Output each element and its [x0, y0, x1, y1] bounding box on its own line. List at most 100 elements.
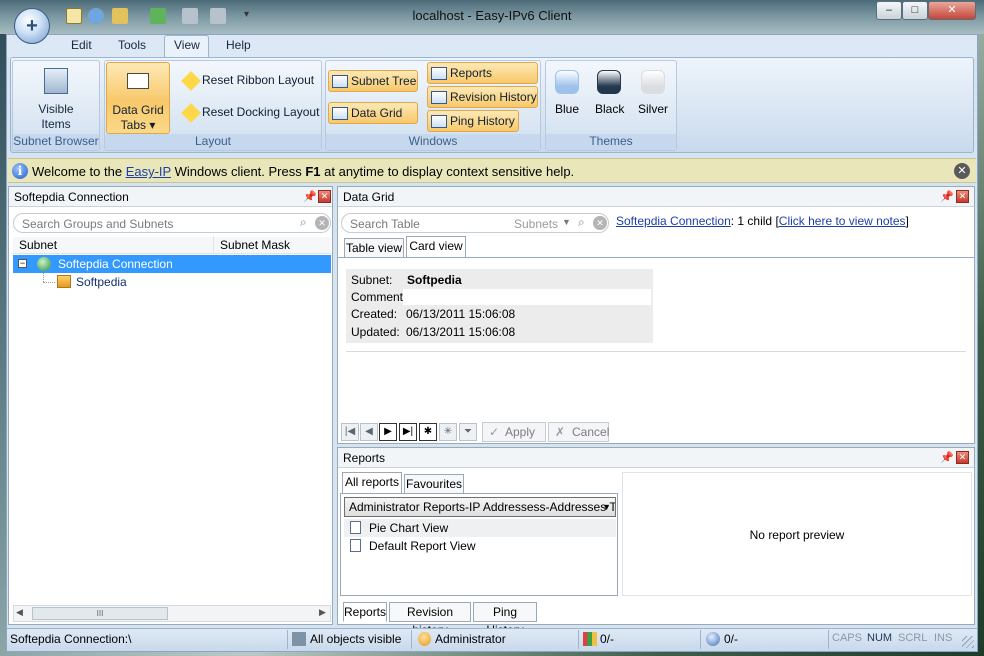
theme-black-swatch[interactable] [597, 70, 621, 94]
filter-icon[interactable]: ⏷ [459, 423, 477, 441]
resize-grip-icon[interactable] [962, 636, 974, 648]
menu-help[interactable]: Help [226, 38, 251, 52]
panel-close-icon[interactable]: ✕ [956, 451, 969, 464]
tab-table-view[interactable]: Table view [344, 238, 404, 258]
comment-label: Comment: [351, 290, 407, 304]
tab-all-reports[interactable]: All reports [342, 472, 402, 494]
search-icon: ⌕ [578, 215, 585, 229]
info-text-part: Windows client. Press [170, 164, 306, 179]
info-text-part: Welcome to the [32, 164, 126, 179]
status-separator [578, 630, 579, 649]
button-label: Items [41, 117, 71, 131]
label-line: Data Grid [112, 103, 164, 117]
menu-tools[interactable]: Tools [118, 38, 146, 52]
menu-bar [7, 35, 977, 57]
tree-row-selected[interactable]: − Softepdia Connection [13, 255, 331, 273]
column-subnet-mask[interactable]: Subnet Mask [220, 238, 290, 252]
group-label: Layout [105, 134, 321, 150]
tree-root-label: Softepdia Connection [58, 257, 173, 271]
subnet-tree-button[interactable]: Subnet Tree [328, 70, 418, 92]
tab-reports[interactable]: Reports [343, 602, 387, 622]
report-item-label: Default Report View [369, 539, 476, 553]
data-grid-panel: Data Grid 📌 ✕ Search Table Subnets ▼ ⌕ ✕… [337, 186, 975, 444]
connection-link[interactable]: Softepdia Connection [616, 214, 731, 228]
reset-docking-layout-button[interactable]: Reset Docking Layout [202, 105, 319, 119]
chevron-down-icon: ▼ [602, 502, 611, 512]
theme-silver-label[interactable]: Silver [638, 102, 668, 116]
tree-row[interactable]: Softpedia [13, 273, 331, 291]
scroll-right-icon[interactable]: ▶ [319, 607, 326, 618]
chevron-down-icon[interactable]: ▼ [562, 217, 571, 227]
report-type-dropdown[interactable]: Administrator Reports-IP Addressess-Addr… [344, 497, 616, 517]
reset-ribbon-layout-button[interactable]: Reset Ribbon Layout [202, 73, 314, 87]
status-separator [411, 630, 412, 649]
reports-list-pane: Administrator Reports-IP Addressess-Addr… [340, 493, 618, 596]
easy-ip-link[interactable]: Easy-IP [126, 164, 171, 179]
window-icon [332, 107, 348, 120]
cancel-button[interactable]: ✗ Cancel [548, 422, 609, 442]
new-record-icon[interactable]: ✱ [419, 423, 437, 441]
clear-search-icon[interactable]: ✕ [593, 216, 607, 230]
theme-blue-swatch[interactable] [555, 70, 579, 94]
window-title: localhost - Easy-IPv6 Client [412, 8, 572, 23]
report-item[interactable]: Default Report View [344, 537, 616, 555]
pin-icon[interactable]: 📌 [303, 190, 317, 203]
visible-items-button[interactable]: Visible Items [28, 102, 84, 132]
created-value: 06/13/2011 15:06:08 [406, 307, 516, 321]
report-item[interactable]: Pie Chart View [344, 519, 616, 537]
check-icon: ✓ [489, 425, 500, 439]
apply-button[interactable]: ✓ Apply [482, 422, 546, 442]
search-table-input[interactable]: Search Table Subnets ▼ ⌕ ✕ [341, 213, 609, 233]
tab-ping-history[interactable]: Ping History [473, 602, 537, 637]
first-record-icon[interactable]: |◀ [341, 423, 359, 441]
cancel-icon: ✗ [555, 425, 566, 439]
reports-button[interactable]: Reports [427, 62, 538, 84]
ping-history-button[interactable]: Ping History [427, 110, 519, 132]
pin-icon[interactable]: 📌 [940, 190, 954, 203]
previous-record-icon[interactable]: ◀ [360, 423, 378, 441]
tab-favourites[interactable]: Favourites [404, 474, 464, 494]
close-button[interactable]: ✕ [928, 1, 976, 20]
horizontal-scrollbar[interactable]: ◀ III ▶ [13, 605, 331, 622]
app-menu-button[interactable]: + [14, 8, 50, 44]
report-icon [350, 539, 361, 552]
comment-field[interactable] [403, 289, 651, 305]
view-notes-link[interactable]: Click here to view notes [779, 214, 906, 228]
data-grid-tabs-button[interactable]: Data Grid Tabs ▾ [106, 62, 170, 134]
search-scope-select[interactable]: Subnets [514, 217, 558, 231]
theme-silver-swatch[interactable] [641, 70, 665, 94]
data-grid-button[interactable]: Data Grid [328, 102, 418, 124]
minimize-button[interactable]: – [876, 1, 902, 20]
clear-search-icon[interactable]: ✕ [315, 216, 329, 230]
collapse-icon[interactable]: − [18, 259, 27, 268]
search-groups-input[interactable]: Search Groups and Subnets ⌕ ✕ [13, 213, 331, 233]
maximize-button[interactable]: □ [902, 1, 928, 20]
scroll-left-icon[interactable]: ◀ [16, 607, 23, 618]
insert-record-icon[interactable]: ✳ [439, 423, 457, 441]
revision-history-button[interactable]: Revision History [427, 86, 538, 108]
button-label: Subnet Tree [351, 74, 417, 88]
tab-card-view[interactable]: Card view [406, 236, 466, 258]
scroll-lock-indicator: SCRL [898, 632, 928, 644]
status-counter-2: 0/- [724, 632, 739, 646]
panel-close-icon[interactable]: ✕ [318, 190, 331, 203]
window-icon [332, 75, 348, 88]
menu-view[interactable]: View [174, 38, 200, 52]
column-subnet[interactable]: Subnet [19, 238, 57, 252]
tab-revision-history[interactable]: Revision history [389, 602, 471, 637]
next-record-icon[interactable]: ▶ [379, 423, 397, 441]
tab-divider [338, 257, 974, 258]
panel-close-icon[interactable]: ✕ [956, 190, 969, 203]
menu-edit[interactable]: Edit [71, 38, 92, 52]
panel-header: Data Grid 📌 ✕ [338, 187, 974, 207]
last-record-icon[interactable]: ▶| [399, 423, 417, 441]
info-close-icon[interactable]: ✕ [954, 163, 970, 179]
pin-icon[interactable]: 📌 [940, 451, 954, 464]
panel-header: Softepdia Connection 📌 ✕ [9, 187, 332, 207]
panel-title: Reports [343, 451, 386, 465]
status-separator [287, 630, 288, 649]
theme-blue-label[interactable]: Blue [555, 102, 579, 116]
theme-black-label[interactable]: Black [595, 102, 624, 116]
scroll-thumb[interactable]: III [32, 607, 168, 620]
button-label: Revision History [450, 90, 537, 104]
